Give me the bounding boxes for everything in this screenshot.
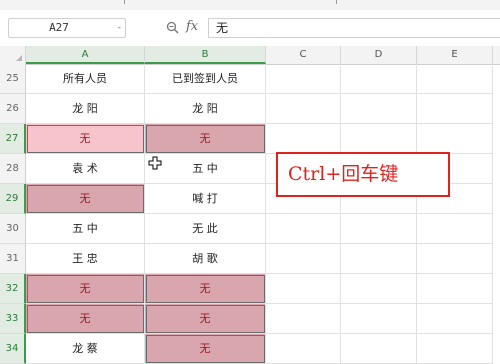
cell-b29[interactable]: 喊 打 — [145, 184, 266, 214]
cell-c31[interactable] — [266, 244, 341, 274]
select-all-corner[interactable] — [0, 46, 26, 64]
cell-a33[interactable]: 无 — [26, 304, 145, 334]
sheet-grid: 25 所有人员 已到签到人员 26 龙 阳 龙 阳 27 无 无 28 袁 术 … — [0, 64, 500, 364]
sheet-row-31: 31 王 忠 胡 歌 — [0, 244, 500, 274]
cell-c30[interactable] — [266, 214, 341, 244]
cell-a27-active[interactable]: 无 — [26, 124, 145, 154]
sheet-row-30: 30 五 中 无 此 — [0, 214, 500, 244]
cell-a25[interactable]: 所有人员 — [26, 64, 145, 94]
cell-e25[interactable] — [417, 64, 493, 94]
cell-b27[interactable]: 无 — [145, 124, 266, 154]
cell-b30[interactable]: 无 此 — [145, 214, 266, 244]
column-header-bar: A B C D E — [0, 46, 500, 65]
row-header[interactable]: 33 — [0, 304, 26, 334]
shortcut-callout: Ctrl+回车键 — [276, 152, 450, 197]
column-header-c[interactable]: C — [266, 46, 341, 64]
cell-d27[interactable] — [341, 124, 417, 154]
cell-b34[interactable]: 无 — [145, 334, 266, 364]
cell-a34[interactable]: 龙 蔡 — [26, 334, 145, 364]
sheet-row-34: 34 龙 蔡 无 — [0, 334, 500, 364]
formula-input-value: 无 — [216, 21, 229, 35]
cell-c27[interactable] — [266, 124, 341, 154]
cell-e34[interactable] — [417, 334, 493, 364]
cell-b26[interactable]: 龙 阳 — [145, 94, 266, 124]
cell-c25[interactable] — [266, 64, 341, 94]
sheet-row-26: 26 龙 阳 龙 阳 — [0, 94, 500, 124]
cell-e31[interactable] — [417, 244, 493, 274]
name-box-dropdown-icon[interactable]: - — [118, 19, 121, 37]
cell-e26[interactable] — [417, 94, 493, 124]
sheet-row-33: 33 无 无 — [0, 304, 500, 334]
cell-b31[interactable]: 胡 歌 — [145, 244, 266, 274]
cell-e27[interactable] — [417, 124, 493, 154]
cell-d33[interactable] — [341, 304, 417, 334]
row-header[interactable]: 25 — [0, 64, 26, 94]
row-header[interactable]: 30 — [0, 214, 26, 244]
sheet-row-25: 25 所有人员 已到签到人员 — [0, 64, 500, 94]
cell-b32[interactable]: 无 — [145, 274, 266, 304]
cell-c26[interactable] — [266, 94, 341, 124]
cell-d34[interactable] — [341, 334, 417, 364]
column-header-b[interactable]: B — [145, 46, 266, 64]
cell-e33[interactable] — [417, 304, 493, 334]
cell-e30[interactable] — [417, 214, 493, 244]
cell-a28[interactable]: 袁 术 — [26, 154, 145, 184]
formula-bar: A27 - fx 无 — [0, 10, 500, 47]
formula-input[interactable]: 无 — [208, 18, 500, 38]
row-header[interactable]: 29 — [0, 184, 26, 214]
cell-d26[interactable] — [341, 94, 417, 124]
column-header-e[interactable]: E — [417, 46, 493, 64]
cell-b28[interactable]: 五 中 — [145, 154, 266, 184]
name-box[interactable]: A27 - — [8, 18, 126, 38]
fx-icon[interactable]: fx — [186, 19, 198, 34]
ribbon-tick — [336, 0, 337, 4]
row-header[interactable]: 32 — [0, 274, 26, 304]
row-header[interactable]: 27 — [0, 124, 26, 154]
cell-a26[interactable]: 龙 阳 — [26, 94, 145, 124]
move-cursor-icon — [148, 156, 162, 170]
row-header[interactable]: 28 — [0, 154, 26, 184]
cell-c33[interactable] — [266, 304, 341, 334]
cell-b33[interactable]: 无 — [145, 304, 266, 334]
cell-e32[interactable] — [417, 274, 493, 304]
cell-b25[interactable]: 已到签到人员 — [145, 64, 266, 94]
shortcut-callout-text: Ctrl+回车键 — [288, 163, 399, 185]
column-header-a[interactable]: A — [26, 46, 145, 64]
row-header[interactable]: 26 — [0, 94, 26, 124]
cell-d30[interactable] — [341, 214, 417, 244]
name-box-value: A27 — [49, 21, 69, 34]
row-header[interactable]: 31 — [0, 244, 26, 274]
cell-d32[interactable] — [341, 274, 417, 304]
column-header-d[interactable]: D — [341, 46, 417, 64]
cell-d25[interactable] — [341, 64, 417, 94]
cell-a30[interactable]: 五 中 — [26, 214, 145, 244]
cell-c32[interactable] — [266, 274, 341, 304]
cell-c34[interactable] — [266, 334, 341, 364]
ribbon-tick — [124, 0, 125, 4]
cell-d31[interactable] — [341, 244, 417, 274]
cell-a29[interactable]: 无 — [26, 184, 145, 214]
row-header[interactable]: 34 — [0, 334, 26, 364]
cell-a31[interactable]: 王 忠 — [26, 244, 145, 274]
cell-a32[interactable]: 无 — [26, 274, 145, 304]
zoom-icon[interactable] — [166, 21, 179, 37]
sheet-row-32: 32 无 无 — [0, 274, 500, 304]
sheet-row-27: 27 无 无 — [0, 124, 500, 154]
